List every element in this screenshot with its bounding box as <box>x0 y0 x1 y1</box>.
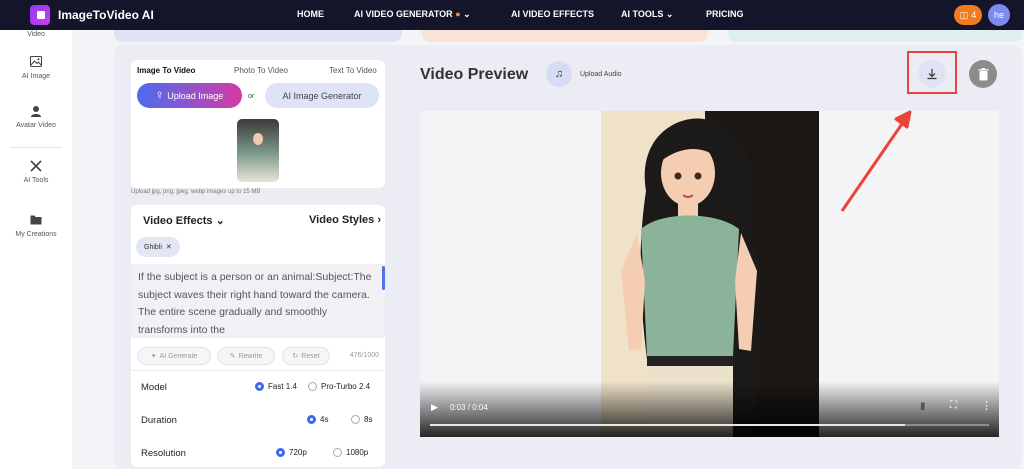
top-nav: ImageToVideo AI HOME AI VIDEO GENERATOR … <box>0 0 1024 30</box>
close-icon[interactable]: ✕ <box>166 243 172 251</box>
more-options-icon[interactable]: ⋮ <box>981 399 992 412</box>
fire-icon: ● <box>455 9 461 19</box>
chevron-down-icon: ⌄ <box>665 9 674 19</box>
video-time: 0:03 / 0:04 <box>450 403 488 412</box>
sidebar-item-avatar-video[interactable]: Avatar Video <box>0 105 72 129</box>
download-icon <box>927 69 937 80</box>
sidebar-item-label: AI Image <box>21 73 50 80</box>
video-styles-link[interactable]: Video Styles › <box>309 214 381 226</box>
effect-chip[interactable]: Ghibli ✕ <box>136 237 180 257</box>
video-controls: ▶ 0:03 / 0:04 ▮ ⛶ ⋮ <box>420 381 999 437</box>
nav-ai-video-generator[interactable]: AI VIDEO GENERATOR ● ⌄ <box>354 9 471 20</box>
duration-label: Duration <box>141 415 177 426</box>
mode-tabs: Image To Video Photo To Video Text To Vi… <box>131 66 385 80</box>
avatar-icon <box>29 105 43 119</box>
upload-hint: Upload jpg, png, jpeg, webp images up to… <box>131 189 261 195</box>
resolution-option-1080p[interactable]: 1080p <box>333 448 368 457</box>
reset-button[interactable]: ↻ Reset <box>282 347 330 365</box>
brand-name: ImageToVideo AI <box>58 8 154 22</box>
play-icon[interactable]: ▶ <box>431 402 438 413</box>
nav-pricing[interactable]: PRICING <box>706 9 744 19</box>
chevron-down-icon: ⌄ <box>215 215 225 227</box>
video-preview-title: Video Preview <box>420 66 529 83</box>
card-strip <box>114 30 402 42</box>
sidebar-item-ai-image[interactable]: AI Image <box>0 56 72 80</box>
credits-count: 4 <box>971 10 977 20</box>
tab-image-to-video[interactable]: Image To Video <box>137 66 195 75</box>
model-label: Model <box>141 382 167 393</box>
card-strip <box>728 30 1022 42</box>
sidebar-item-label: My Creations <box>15 231 57 238</box>
duration-option-4s[interactable]: 4s <box>307 415 328 424</box>
model-option-pro[interactable]: Pro-Turbo 2.4 <box>308 382 370 391</box>
nav-ai-tools[interactable]: AI TOOLS ⌄ <box>621 9 673 20</box>
nav-home[interactable]: HOME <box>297 9 324 19</box>
coin-icon: ◫ <box>959 9 969 20</box>
char-count: 476/1000 <box>349 352 379 359</box>
ai-generate-button[interactable]: ✦ AI Generate <box>137 347 211 365</box>
sidebar: Video AI Image Avatar Video AI Tools My … <box>0 30 72 469</box>
credits-badge[interactable]: ◫ 4 <box>954 5 982 25</box>
radio-icon <box>308 382 317 391</box>
brand-logo[interactable]: ImageToVideo AI <box>30 5 260 25</box>
uploaded-image-thumbnail[interactable] <box>237 119 279 182</box>
logo-icon <box>30 5 50 25</box>
radio-icon <box>351 415 360 424</box>
volume-icon[interactable]: ▮ <box>920 401 926 412</box>
tab-photo-to-video[interactable]: Photo To Video <box>234 66 288 75</box>
video-player[interactable]: ▶ 0:03 / 0:04 ▮ ⛶ ⋮ <box>420 111 999 437</box>
chevron-down-icon: ⌄ <box>463 9 471 19</box>
radio-selected-icon <box>276 448 285 457</box>
video-progress-fill <box>430 424 906 426</box>
upload-icon: ⇪ <box>155 90 164 100</box>
divider <box>131 370 385 371</box>
avatar[interactable]: he <box>988 4 1010 26</box>
wand-icon: ✦ <box>150 353 157 360</box>
delete-button[interactable] <box>969 60 997 88</box>
chevron-right-icon: › <box>377 214 381 226</box>
prompt-scrollbar[interactable] <box>382 266 385 290</box>
radio-selected-icon <box>255 382 264 391</box>
reset-icon: ↻ <box>292 353 299 360</box>
trash-icon <box>978 67 988 80</box>
upload-audio-label[interactable]: Upload Audio <box>580 71 622 78</box>
folder-icon <box>29 214 43 228</box>
video-progress-bar[interactable] <box>430 424 989 426</box>
upload-panel: Image To Video Photo To Video Text To Vi… <box>131 60 385 188</box>
duration-option-8s[interactable]: 8s <box>351 415 372 424</box>
image-icon <box>29 56 43 70</box>
download-button[interactable] <box>918 60 946 88</box>
sidebar-item-label: Video <box>27 31 45 38</box>
sidebar-divider <box>10 147 62 148</box>
radio-selected-icon <box>307 415 316 424</box>
pencil-icon: ✎ <box>229 353 236 360</box>
video-effects-dropdown[interactable]: Video Effects ⌄ <box>143 214 225 227</box>
radio-icon <box>333 448 342 457</box>
sidebar-item-ai-tools[interactable]: AI Tools <box>0 160 72 184</box>
rewrite-button[interactable]: ✎ Rewrite <box>217 347 275 365</box>
prompt-textarea[interactable]: If the subject is a person or an animal:… <box>131 264 385 338</box>
sidebar-item-label: Avatar Video <box>16 122 56 129</box>
tools-icon <box>29 160 43 174</box>
resolution-option-720p[interactable]: 720p <box>276 448 307 457</box>
upload-image-button[interactable]: ⇪ Upload Image <box>137 83 242 108</box>
sidebar-item-label: AI Tools <box>23 177 49 184</box>
resolution-label: Resolution <box>141 448 186 459</box>
nav-ai-video-effects[interactable]: AI VIDEO EFFECTS <box>511 9 594 19</box>
ai-image-generator-button[interactable]: AI Image Generator <box>265 83 379 108</box>
sidebar-item-video[interactable]: Video <box>0 28 72 38</box>
card-strip <box>422 30 708 42</box>
model-option-fast[interactable]: Fast 1.4 <box>255 382 297 391</box>
sidebar-item-my-creations[interactable]: My Creations <box>0 214 72 238</box>
or-label: or <box>248 93 255 100</box>
upload-audio-button[interactable]: ♫ <box>546 61 572 87</box>
fullscreen-icon[interactable]: ⛶ <box>950 400 957 411</box>
prompt-text: If the subject is a person or an animal:… <box>138 271 372 336</box>
settings-panel: Video Effects ⌄ Video Styles › Ghibli ✕ … <box>131 205 385 467</box>
tab-text-to-video[interactable]: Text To Video <box>329 66 377 75</box>
music-icon: ♫ <box>554 68 564 80</box>
